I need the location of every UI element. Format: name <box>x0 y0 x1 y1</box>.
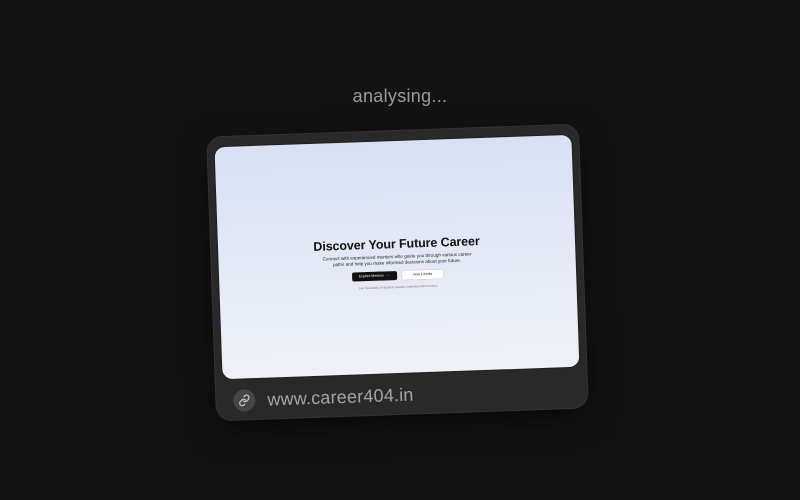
preview-explore-mentors-label: Explore Mentors <box>358 273 384 279</box>
link-icon <box>232 389 256 412</box>
arrow-right-icon: → <box>386 273 391 278</box>
preview-hero: Discover Your Future Career Connect with… <box>218 231 577 295</box>
preview-hero-subtitle: Connect with experienced mentors who gui… <box>322 251 472 268</box>
preview-explore-mentors-button: Explore Mentors → <box>351 271 398 282</box>
website-preview-card: Discover Your Future Career Connect with… <box>206 123 589 422</box>
website-preview-screenshot: Discover Your Future Career Connect with… <box>214 134 580 380</box>
loading-status-text: analysing... <box>352 86 448 106</box>
url-bar: www.career404.in <box>223 374 581 416</box>
preview-how-it-works-button: How it works <box>401 269 444 280</box>
website-url[interactable]: www.career404.in <box>267 384 414 410</box>
